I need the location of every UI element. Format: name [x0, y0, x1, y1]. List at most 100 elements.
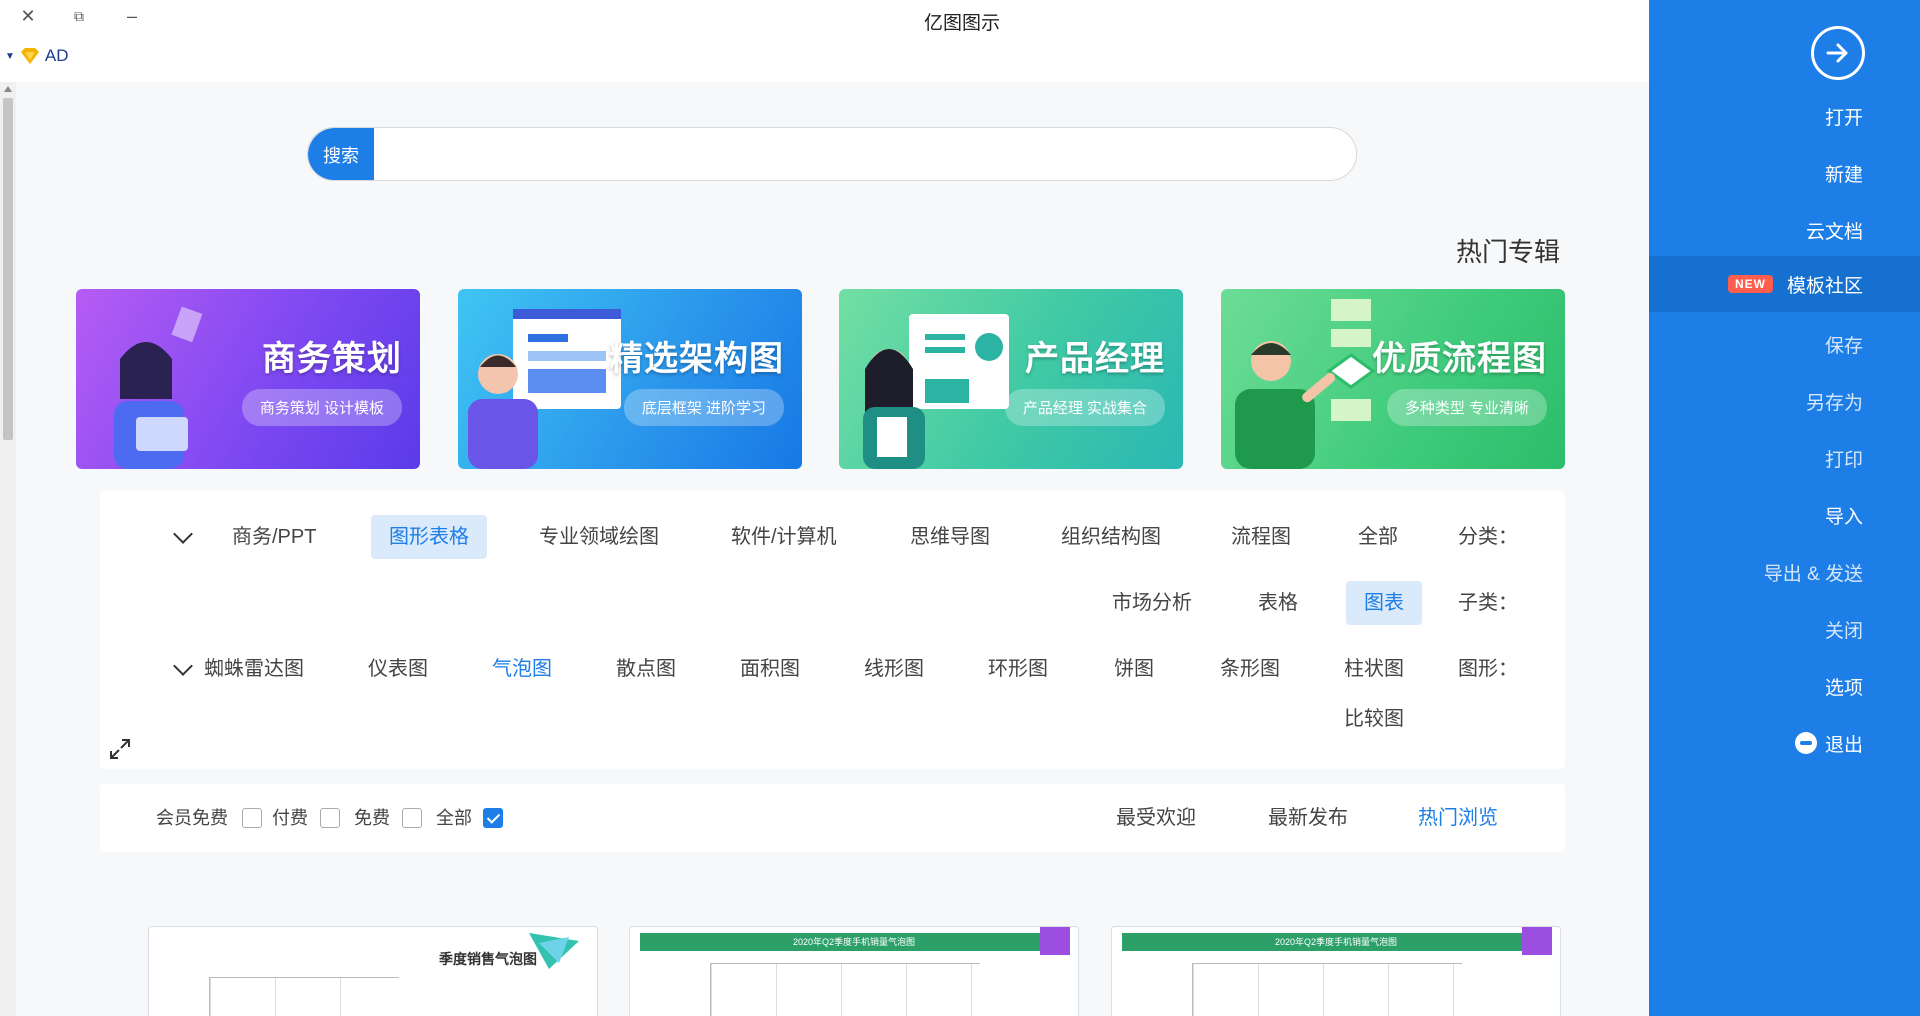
- shape-scatter[interactable]: 散点图: [616, 647, 676, 691]
- sidebar: 打开 新建 云文档 NEW 模板社区 保存 另存为 打印 导入 导出 & 发送 …: [1649, 0, 1920, 1016]
- sidebar-item-print[interactable]: 打印: [1592, 430, 1863, 486]
- sidebar-item-import[interactable]: 导入: [1592, 487, 1863, 543]
- shape-row: 图形： 柱状图 条形图 饼图 环形图 线形图 面积图 散点图 气泡图 仪表图 蜘…: [100, 647, 1565, 691]
- chart-grid: [710, 963, 980, 1016]
- sort-tab-newest[interactable]: 最新发布: [1268, 784, 1348, 852]
- architecture-illustration: [468, 309, 621, 469]
- template-title: 2020年Q2季度手机销量气泡图: [1274, 937, 1398, 947]
- banner-product-manager[interactable]: 产品经理 产品经理 实战集合: [839, 289, 1183, 469]
- banner-flowchart[interactable]: 优质流程图 多种类型 专业清晰: [1221, 289, 1565, 469]
- banner-subtitle: 商务策划 设计模板: [241, 389, 402, 426]
- shape-pie[interactable]: 饼图: [1114, 647, 1154, 691]
- subcategory-market-analysis[interactable]: 市场分析: [1112, 581, 1192, 625]
- sidebar-item-close[interactable]: 关闭: [1592, 601, 1863, 657]
- sidebar-item-label: 保存: [1824, 335, 1863, 357]
- subcategory-charts[interactable]: 图表: [1346, 581, 1422, 625]
- sidebar-item-label: 导入: [1824, 506, 1863, 528]
- sidebar-item-label: 云文档: [1805, 221, 1863, 243]
- sidebar-item-options[interactable]: 选项: [1592, 658, 1863, 714]
- shape-bubble[interactable]: 气泡图: [492, 647, 552, 691]
- sidebar-item-new[interactable]: 新建: [1592, 145, 1863, 201]
- sort-tab-hot[interactable]: 热门浏览: [1418, 784, 1498, 852]
- category-row: 分类： 全部 流程图 组织结构图 思维导图 软件/计算机 专业领域绘图 图形表格…: [100, 515, 1565, 559]
- category-label: 分类：: [1458, 526, 1518, 548]
- sidebar-item-template-community[interactable]: NEW 模板社区: [1649, 256, 1920, 312]
- sidebar-item-label: 打开: [1824, 107, 1863, 129]
- expand-icon[interactable]: [108, 737, 132, 761]
- search-button[interactable]: 搜索: [308, 128, 374, 180]
- sort-tab-popular[interactable]: 最受欢迎: [1116, 784, 1196, 852]
- caret-down-icon: ▼: [5, 50, 15, 62]
- banner-title: 产品经理: [1025, 340, 1165, 378]
- scroll-thumb[interactable]: [3, 98, 13, 440]
- banner-business-planning[interactable]: 商务策划 商务策划 设计模板: [76, 289, 420, 469]
- subcategory-tables[interactable]: 表格: [1258, 581, 1298, 625]
- shape-bar-chart[interactable]: 柱状图: [1344, 647, 1404, 691]
- search-input[interactable]: [374, 128, 1356, 180]
- template-card[interactable]: 2020年Q2季度手机销量气泡图: [629, 926, 1079, 1016]
- banner-title: 优质流程图: [1372, 340, 1547, 378]
- category-all[interactable]: 全部: [1358, 515, 1398, 559]
- checkbox-paid-label: 付费: [272, 808, 308, 828]
- woman-laptop-illustration: [114, 306, 203, 469]
- sort-bar: 热门浏览 最新发布 最受欢迎 全部 免费 付费 会员免费: [100, 784, 1565, 852]
- checkbox-free-label: 免费: [354, 808, 390, 828]
- banner-architecture[interactable]: 精选架构图 底层框架 进阶学习: [458, 289, 802, 469]
- category-software[interactable]: 软件/计算机: [731, 515, 837, 559]
- category-org-chart[interactable]: 组织结构图: [1061, 515, 1161, 559]
- sidebar-item-label: 退出: [1824, 734, 1863, 756]
- template-corner-mark: [1522, 927, 1552, 955]
- shape-radar[interactable]: 蜘蛛雷达图: [204, 647, 304, 691]
- sidebar-item-exit[interactable]: 退出: [1592, 715, 1863, 771]
- checkbox-free[interactable]: [402, 808, 422, 828]
- checkbox-all[interactable]: [483, 808, 503, 828]
- sidebar-item-save[interactable]: 保存: [1592, 316, 1863, 372]
- category-mind-map[interactable]: 思维导图: [910, 515, 990, 559]
- hot-albums-title: 热门专辑: [1456, 237, 1561, 267]
- category-business-ppt[interactable]: 商务/PPT: [232, 515, 316, 559]
- back-arrow-icon[interactable]: [1811, 26, 1865, 80]
- template-title: 季度销售气泡图: [439, 951, 537, 967]
- search-box: 搜索: [307, 127, 1357, 181]
- shape-line[interactable]: 线形图: [864, 647, 924, 691]
- sidebar-item-label: 打印: [1824, 449, 1863, 471]
- close-window-icon[interactable]: ✕: [16, 6, 40, 27]
- sidebar-item-export-send[interactable]: 导出 & 发送: [1592, 544, 1863, 600]
- shape-horizontal-bar[interactable]: 条形图: [1220, 647, 1280, 691]
- chevron-down-icon[interactable]: [173, 656, 193, 676]
- vertical-scrollbar[interactable]: [0, 82, 16, 1016]
- sidebar-item-save-as[interactable]: 另存为: [1592, 373, 1863, 429]
- sidebar-item-cloud[interactable]: 云文档: [1592, 202, 1863, 258]
- template-title: 2020年Q2季度手机销量气泡图: [792, 937, 916, 947]
- chart-grid: [209, 977, 399, 1016]
- triangle-decoration: [529, 933, 579, 969]
- scroll-up-arrow-icon[interactable]: [4, 86, 12, 92]
- sidebar-item-label: 关闭: [1824, 620, 1863, 642]
- checkbox-member-free-label: 会员免费: [156, 808, 228, 828]
- account-label: AD: [44, 46, 69, 65]
- category-flowchart[interactable]: 流程图: [1231, 515, 1291, 559]
- sidebar-item-label: 选项: [1824, 677, 1863, 699]
- category-professional[interactable]: 专业领域绘图: [539, 515, 659, 559]
- checkbox-member-free[interactable]: [242, 808, 262, 828]
- restore-window-icon[interactable]: ⧉: [67, 8, 91, 25]
- category-graphics-tables[interactable]: 图形表格: [371, 515, 487, 559]
- shape-comparison[interactable]: 比较图: [1344, 697, 1404, 741]
- template-card[interactable]: 2020年Q2季度手机销量气泡图: [1111, 926, 1561, 1016]
- account-menu[interactable]: ▼ AD: [5, 46, 69, 66]
- shape-area[interactable]: 面积图: [740, 647, 800, 691]
- shape-gauge[interactable]: 仪表图: [368, 647, 428, 691]
- sidebar-item-open[interactable]: 打开: [1592, 88, 1863, 144]
- banner-title: 商务策划: [262, 340, 402, 378]
- app-title: 亿图图示: [924, 13, 1001, 34]
- shape-ring[interactable]: 环形图: [988, 647, 1048, 691]
- template-card[interactable]: 季度销售气泡图: [148, 926, 598, 1016]
- new-badge: NEW: [1727, 275, 1773, 293]
- product-manager-illustration: [863, 314, 1009, 469]
- checkbox-paid[interactable]: [320, 808, 340, 828]
- chevron-down-icon[interactable]: [173, 524, 193, 544]
- minimize-window-icon[interactable]: –: [120, 6, 144, 27]
- subcategory-row: 子类： 图表 表格 市场分析: [100, 581, 1565, 625]
- banner-subtitle: 产品经理 实战集合: [1004, 389, 1165, 426]
- banner-subtitle: 多种类型 专业清晰: [1386, 389, 1547, 426]
